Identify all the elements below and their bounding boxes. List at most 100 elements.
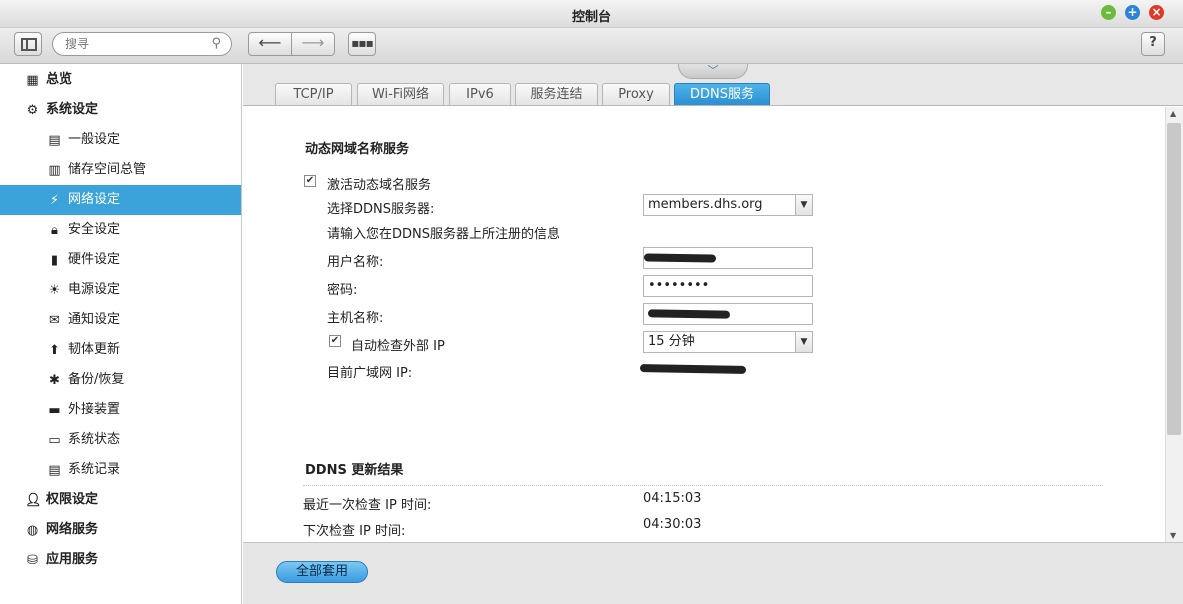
wan-ip-label: 目前广域网 IP: [327,366,413,381]
apply-all-button[interactable]: 全部套用 [276,561,368,583]
sidebar-item-backup[interactable]: ✱ 备份/恢复 [0,365,241,395]
sidebar-item-label: 韧体更新 [68,342,121,357]
network-icon: ⚡ [49,193,60,208]
sidebar-item-general[interactable]: ▤ 一般设定 [0,125,241,155]
sidebar-item-notification[interactable]: ✉ 通知设定 [0,305,241,335]
tab-ipv6[interactable]: IPv6 [449,83,511,105]
sidebar-item-label: 一般设定 [68,132,121,147]
sidebar-item-label: 网络服务 [46,522,99,537]
hostname-input[interactable] [643,303,813,325]
footer-bar: 全部套用 [243,542,1183,604]
window-title: 控制台 [571,10,611,25]
redacted-hostname [647,309,731,319]
hardware-icon: ▮ [50,253,59,268]
sidebar-item-hardware[interactable]: ▮ 硬件设定 [0,245,241,275]
backup-icon: ✱ [49,373,60,388]
content-scrollbar[interactable]: ▲ ▼ [1165,107,1183,542]
search-box[interactable]: ⚲ [52,32,232,56]
scrollbar-thumb[interactable] [1167,123,1181,435]
chevron-down-icon: ﹀ [707,64,719,77]
next-check-value: 04:30:03 [643,517,702,532]
sidebar-item-overview[interactable]: ▦ 总览 [0,65,241,95]
maximize-icon[interactable]: + [1125,5,1140,20]
enable-ddns-checkbox[interactable]: ✔ [304,175,316,187]
apps-grid-button[interactable]: ▪▪▪ [348,32,376,56]
notification-icon: ✉ [49,313,60,328]
username-input[interactable] [643,247,813,269]
sidebar-item-label: 备份/恢复 [68,372,125,387]
check-interval-select[interactable]: 15 分钟 ▼ [643,331,813,353]
sidebar-item-label: 安全设定 [68,222,121,237]
tab-wifi[interactable]: Wi-Fi网络 [357,83,444,105]
sidebar-item-external-device[interactable]: ▬ 外接装置 [0,395,241,425]
sidebar-item-label: 总览 [46,72,73,87]
sidebar-icon [21,38,37,51]
sidebar-item-system-status[interactable]: ▭ 系统状态 [0,425,241,455]
chevron-down-icon[interactable]: ▼ [795,195,812,215]
sidebar-item-system-log[interactable]: ▤ 系统记录 [0,455,241,485]
sidebar-item-system-settings[interactable]: ⚙ 系统设定 [0,95,241,125]
lock-icon: 🔒︎ [51,223,58,238]
ddns-section-title: 动态网域名称服务 [305,142,410,157]
toolbar: ⚲ ⟵ ⟶ ▪▪▪ ? [0,28,1183,64]
back-button[interactable]: ⟵ [248,32,292,56]
tab-ddns[interactable]: DDNS服务 [674,83,770,105]
globe-icon: ◍ [26,523,39,538]
collapse-toggle[interactable]: ﹀ [678,64,748,79]
main-panel: ﹀ TCP/IP Wi-Fi网络 IPv6 服务连结 Proxy DDNS服务 … [243,64,1183,604]
grid-icon: ▪▪▪ [351,36,373,50]
result-section-title: DDNS 更新结果 [305,463,404,478]
sidebar-item-network[interactable]: ⚡ 网络设定 [0,185,241,215]
hostname-label: 主机名称: [327,311,384,326]
username-label: 用户名称: [327,255,384,270]
sidebar-item-label: 应用服务 [46,552,99,567]
sidebar-item-firmware[interactable]: ⬆ 韧体更新 [0,335,241,365]
tab-tcpip[interactable]: TCP/IP [275,83,352,105]
sidebar-item-app-services[interactable]: ⛁ 应用服务 [0,545,241,575]
sidebar-item-label: 权限设定 [46,492,99,507]
password-label: 密码: [327,283,358,298]
sidebar-item-security[interactable]: 🔒︎ 安全设定 [0,215,241,245]
minimize-icon[interactable]: – [1101,5,1116,20]
tab-service-binding[interactable]: 服务连结 [515,83,598,105]
search-icon[interactable]: ⚲ [211,36,221,51]
forward-button[interactable]: ⟶ [291,32,335,56]
arrow-right-icon: ⟶ [301,33,325,52]
ddns-server-select[interactable]: members.dhs.org ▼ [643,194,813,216]
redacted-username [643,253,717,263]
chevron-down-icon[interactable]: ▼ [795,332,812,352]
scroll-down-icon[interactable]: ▼ [1170,531,1176,540]
sidebar-item-label: 系统记录 [68,462,121,477]
last-check-value: 04:15:03 [643,491,702,506]
user-icon: 👤︎ [25,493,42,508]
sidebar-item-label: 系统设定 [46,102,99,117]
log-icon: ▤ [48,463,61,478]
scroll-up-icon[interactable]: ▲ [1170,109,1176,118]
firmware-icon: ⬆ [49,343,60,358]
close-icon[interactable]: × [1149,5,1164,20]
tab-proxy[interactable]: Proxy [602,83,670,105]
title-bar: 控制台 – + × [0,0,1183,28]
toggle-sidebar-button[interactable] [14,32,42,56]
auto-check-ip-label: 自动检查外部 IP [351,339,445,354]
overview-icon: ▦ [26,73,39,88]
ddns-info-text: 请输入您在DDNS服务器上所注册的信息 [327,227,560,242]
sidebar-item-network-services[interactable]: ◍ 网络服务 [0,515,241,545]
help-button[interactable]: ? [1141,32,1165,56]
sidebar-item-privileges[interactable]: 👤︎ 权限设定 [0,485,241,515]
sidebar-item-label: 系统状态 [68,432,121,447]
external-device-icon: ▬ [48,403,61,418]
monitor-icon: ▭ [48,433,61,448]
next-check-label: 下次检查 IP 时间: [303,524,406,539]
search-input[interactable] [65,37,205,51]
ddns-content: 动态网域名称服务 ✔ 激活动态域名服务 选择DDNS服务器: members.d… [243,107,1165,542]
power-icon: ☀ [48,283,61,298]
sidebar-item-power[interactable]: ☀ 电源设定 [0,275,241,305]
ddns-server-label: 选择DDNS服务器: [327,202,435,217]
auto-check-ip-checkbox[interactable]: ✔ [329,335,341,347]
last-check-label: 最近一次检查 IP 时间: [303,498,432,513]
password-input[interactable]: •••••••• [643,275,813,297]
sidebar-item-storage[interactable]: ▥ 储存空间总管 [0,155,241,185]
gear-icon: ⚙ [26,103,39,118]
sidebar: ▦ 总览 ⚙ 系统设定 ▤ 一般设定 ▥ 储存空间总管 ⚡ 网络设定 🔒︎ 安全… [0,64,242,604]
